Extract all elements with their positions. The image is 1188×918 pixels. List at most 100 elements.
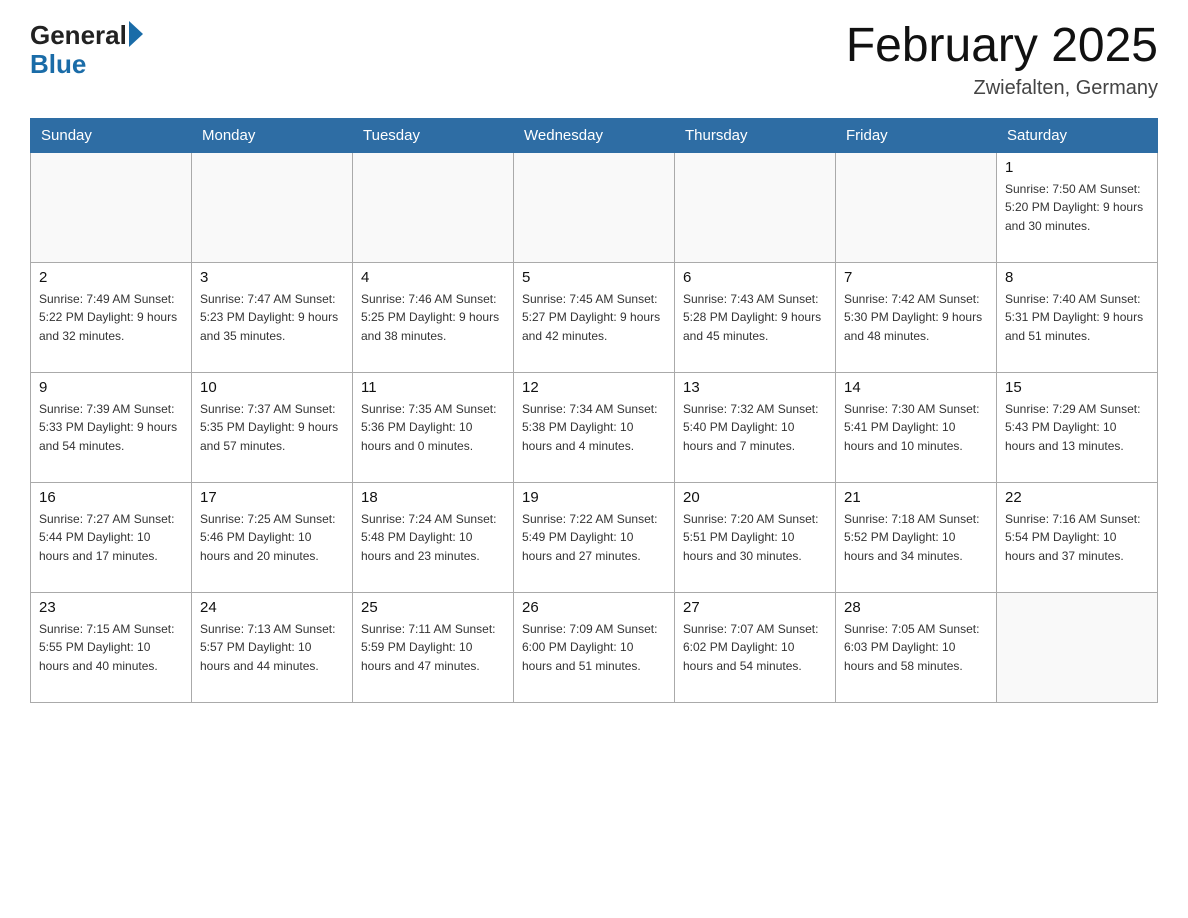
day-info: Sunrise: 7:47 AM Sunset: 5:23 PM Dayligh…: [200, 290, 344, 346]
calendar-day-cell: 12 Sunrise: 7:34 AM Sunset: 5:38 PM Dayli…: [514, 372, 675, 482]
calendar-day-cell: 6Sunrise: 7:43 AM Sunset: 5:28 PM Daylig…: [675, 262, 836, 372]
day-number: 2: [39, 269, 183, 286]
day-info: Sunrise: 7:30 AM Sunset: 5:41 PM Dayligh…: [844, 400, 988, 456]
calendar-day-cell: 26 Sunrise: 7:09 AM Sunset: 6:00 PM Dayli…: [514, 592, 675, 702]
day-info: Sunrise: 7:07 AM Sunset: 6:02 PM Dayligh…: [683, 620, 827, 676]
calendar-day-cell: 18 Sunrise: 7:24 AM Sunset: 5:48 PM Dayli…: [353, 482, 514, 592]
logo-arrow-icon: [129, 21, 143, 47]
calendar-day-cell: 9 Sunrise: 7:39 AM Sunset: 5:33 PM Daylig…: [31, 372, 192, 482]
calendar-day-cell: [997, 592, 1158, 702]
calendar-day-cell: 1 Sunrise: 7:50 AM Sunset: 5:20 PM Daylig…: [997, 152, 1158, 262]
day-number: 20: [683, 489, 827, 506]
day-number: 9: [39, 379, 183, 396]
day-info: Sunrise: 7:29 AM Sunset: 5:43 PM Dayligh…: [1005, 400, 1149, 456]
day-number: 11: [361, 379, 505, 396]
calendar-day-cell: 20 Sunrise: 7:20 AM Sunset: 5:51 PM Dayli…: [675, 482, 836, 592]
day-info: Sunrise: 7:13 AM Sunset: 5:57 PM Dayligh…: [200, 620, 344, 676]
day-info: Sunrise: 7:20 AM Sunset: 5:51 PM Dayligh…: [683, 510, 827, 566]
day-info: Sunrise: 7:05 AM Sunset: 6:03 PM Dayligh…: [844, 620, 988, 676]
calendar-day-cell: 25 Sunrise: 7:11 AM Sunset: 5:59 PM Dayli…: [353, 592, 514, 702]
calendar-day-cell: 8 Sunrise: 7:40 AM Sunset: 5:31 PM Daylig…: [997, 262, 1158, 372]
day-number: 4: [361, 269, 505, 286]
day-info: Sunrise: 7:45 AM Sunset: 5:27 PM Dayligh…: [522, 290, 666, 346]
day-info: Sunrise: 7:11 AM Sunset: 5:59 PM Dayligh…: [361, 620, 505, 676]
day-info: Sunrise: 7:18 AM Sunset: 5:52 PM Dayligh…: [844, 510, 988, 566]
day-number: 28: [844, 599, 988, 616]
day-number: 3: [200, 269, 344, 286]
calendar-day-cell: [192, 152, 353, 262]
calendar-week-row: 9 Sunrise: 7:39 AM Sunset: 5:33 PM Daylig…: [31, 372, 1158, 482]
day-number: 26: [522, 599, 666, 616]
calendar-day-cell: 24Sunrise: 7:13 AM Sunset: 5:57 PM Dayli…: [192, 592, 353, 702]
day-info: Sunrise: 7:25 AM Sunset: 5:46 PM Dayligh…: [200, 510, 344, 566]
day-of-week-header: Saturday: [997, 118, 1158, 152]
calendar-day-cell: 17 Sunrise: 7:25 AM Sunset: 5:46 PM Dayli…: [192, 482, 353, 592]
calendar-day-cell: 28 Sunrise: 7:05 AM Sunset: 6:03 PM Dayli…: [836, 592, 997, 702]
day-of-week-header: Sunday: [31, 118, 192, 152]
day-info: Sunrise: 7:42 AM Sunset: 5:30 PM Dayligh…: [844, 290, 988, 346]
day-info: Sunrise: 7:49 AM Sunset: 5:22 PM Dayligh…: [39, 290, 183, 346]
calendar-day-cell: 13 Sunrise: 7:32 AM Sunset: 5:40 PM Dayli…: [675, 372, 836, 482]
day-number: 17: [200, 489, 344, 506]
day-number: 8: [1005, 269, 1149, 286]
day-info: Sunrise: 7:35 AM Sunset: 5:36 PM Dayligh…: [361, 400, 505, 456]
day-number: 25: [361, 599, 505, 616]
day-info: Sunrise: 7:43 AM Sunset: 5:28 PM Dayligh…: [683, 290, 827, 346]
day-number: 23: [39, 599, 183, 616]
day-of-week-header: Tuesday: [353, 118, 514, 152]
calendar-day-cell: 4 Sunrise: 7:46 AM Sunset: 5:25 PM Daylig…: [353, 262, 514, 372]
day-number: 15: [1005, 379, 1149, 396]
day-number: 10: [200, 379, 344, 396]
day-number: 14: [844, 379, 988, 396]
day-info: Sunrise: 7:22 AM Sunset: 5:49 PM Dayligh…: [522, 510, 666, 566]
title-area: February 2025 Zwiefalten, Germany: [846, 20, 1158, 100]
calendar-day-cell: 14 Sunrise: 7:30 AM Sunset: 5:41 PM Dayli…: [836, 372, 997, 482]
calendar-day-cell: 2 Sunrise: 7:49 AM Sunset: 5:22 PM Daylig…: [31, 262, 192, 372]
day-number: 13: [683, 379, 827, 396]
day-number: 22: [1005, 489, 1149, 506]
day-info: Sunrise: 7:34 AM Sunset: 5:38 PM Dayligh…: [522, 400, 666, 456]
logo: General Blue: [30, 20, 143, 77]
day-number: 21: [844, 489, 988, 506]
day-number: 16: [39, 489, 183, 506]
day-info: Sunrise: 7:27 AM Sunset: 5:44 PM Dayligh…: [39, 510, 183, 566]
day-info: Sunrise: 7:40 AM Sunset: 5:31 PM Dayligh…: [1005, 290, 1149, 346]
day-info: Sunrise: 7:15 AM Sunset: 5:55 PM Dayligh…: [39, 620, 183, 676]
logo-general-text: General: [30, 20, 127, 51]
calendar-day-cell: 22 Sunrise: 7:16 AM Sunset: 5:54 PM Dayli…: [997, 482, 1158, 592]
day-info: Sunrise: 7:37 AM Sunset: 5:35 PM Dayligh…: [200, 400, 344, 456]
day-number: 1: [1005, 159, 1149, 176]
calendar-day-cell: 23 Sunrise: 7:15 AM Sunset: 5:55 PM Dayli…: [31, 592, 192, 702]
day-number: 27: [683, 599, 827, 616]
day-number: 19: [522, 489, 666, 506]
calendar-day-cell: [31, 152, 192, 262]
calendar-table: SundayMondayTuesdayWednesdayThursdayFrid…: [30, 118, 1158, 703]
day-number: 12: [522, 379, 666, 396]
calendar-day-cell: 3 Sunrise: 7:47 AM Sunset: 5:23 PM Daylig…: [192, 262, 353, 372]
calendar-day-cell: 19 Sunrise: 7:22 AM Sunset: 5:49 PM Dayli…: [514, 482, 675, 592]
calendar-day-cell: 16 Sunrise: 7:27 AM Sunset: 5:44 PM Dayli…: [31, 482, 192, 592]
calendar-day-cell: [675, 152, 836, 262]
calendar-day-cell: 21 Sunrise: 7:18 AM Sunset: 5:52 PM Dayli…: [836, 482, 997, 592]
day-info: Sunrise: 7:09 AM Sunset: 6:00 PM Dayligh…: [522, 620, 666, 676]
calendar-day-cell: 11 Sunrise: 7:35 AM Sunset: 5:36 PM Dayli…: [353, 372, 514, 482]
day-of-week-header: Friday: [836, 118, 997, 152]
day-number: 18: [361, 489, 505, 506]
month-title: February 2025: [846, 20, 1158, 73]
day-of-week-header: Monday: [192, 118, 353, 152]
day-info: Sunrise: 7:50 AM Sunset: 5:20 PM Dayligh…: [1005, 180, 1149, 236]
day-info: Sunrise: 7:32 AM Sunset: 5:40 PM Dayligh…: [683, 400, 827, 456]
day-info: Sunrise: 7:39 AM Sunset: 5:33 PM Dayligh…: [39, 400, 183, 456]
day-info: Sunrise: 7:46 AM Sunset: 5:25 PM Dayligh…: [361, 290, 505, 346]
calendar-day-cell: [514, 152, 675, 262]
day-info: Sunrise: 7:16 AM Sunset: 5:54 PM Dayligh…: [1005, 510, 1149, 566]
calendar-day-cell: 7Sunrise: 7:42 AM Sunset: 5:30 PM Daylig…: [836, 262, 997, 372]
day-info: Sunrise: 7:24 AM Sunset: 5:48 PM Dayligh…: [361, 510, 505, 566]
calendar-day-cell: [353, 152, 514, 262]
calendar-week-row: 2 Sunrise: 7:49 AM Sunset: 5:22 PM Daylig…: [31, 262, 1158, 372]
calendar-day-cell: [836, 152, 997, 262]
calendar-day-cell: 10 Sunrise: 7:37 AM Sunset: 5:35 PM Dayli…: [192, 372, 353, 482]
calendar-day-cell: 5Sunrise: 7:45 AM Sunset: 5:27 PM Daylig…: [514, 262, 675, 372]
calendar-day-cell: 27 Sunrise: 7:07 AM Sunset: 6:02 PM Dayli…: [675, 592, 836, 702]
calendar-week-row: 1 Sunrise: 7:50 AM Sunset: 5:20 PM Daylig…: [31, 152, 1158, 262]
